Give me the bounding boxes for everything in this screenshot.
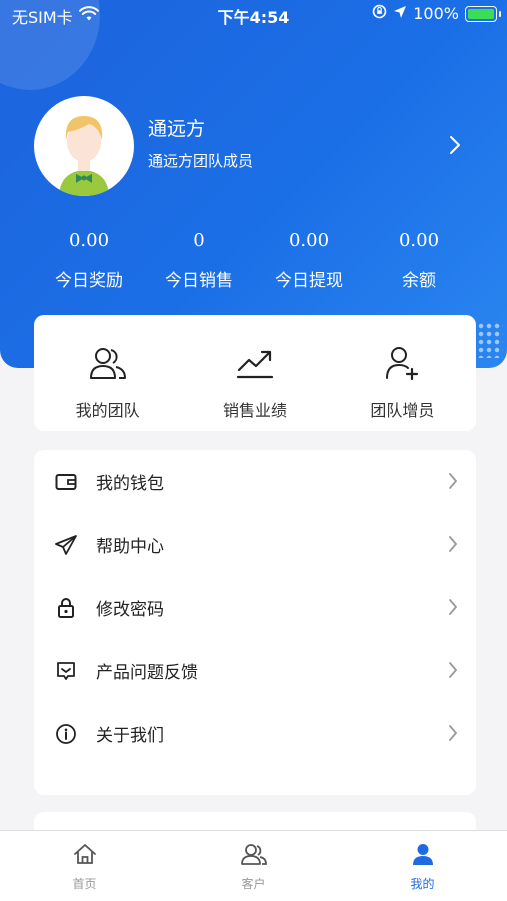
user-name: 通远方 <box>148 118 206 140</box>
paper-plane-icon <box>54 533 78 557</box>
chevron-right-icon <box>448 598 458 620</box>
tab-label: 我的 <box>410 877 435 891</box>
stat-today-reward[interactable]: 0.00 今日奖励 <box>34 230 144 291</box>
home-icon <box>73 843 97 869</box>
menu-item-about-us[interactable]: 关于我们 <box>34 702 476 765</box>
profile-icon <box>411 843 435 869</box>
quick-actions-card: 我的团队 销售业绩 团队增员 <box>34 315 476 431</box>
tab-customers[interactable]: 客户 <box>169 831 338 901</box>
chevron-right-icon[interactable] <box>448 134 462 160</box>
status-bar: 无SIM卡 下午4:54 100% <box>0 0 507 27</box>
tab-home[interactable]: 首页 <box>0 831 169 901</box>
stat-balance[interactable]: 0.00 余额 <box>364 230 474 291</box>
add-member-icon <box>382 345 422 385</box>
stat-today-sales[interactable]: 0 今日销售 <box>144 230 254 291</box>
battery-percent: 100% <box>413 4 459 23</box>
stat-value: 0 <box>193 230 205 251</box>
stat-label: 今日奖励 <box>55 271 123 291</box>
bottom-tab-bar: 首页 客户 我的 <box>0 830 507 901</box>
chevron-right-icon <box>448 472 458 494</box>
quick-action-label: 团队增员 <box>370 401 435 420</box>
user-role: 通远方团队成员 <box>148 152 254 170</box>
wallet-icon <box>54 470 78 494</box>
stats-row: 0.00 今日奖励 0 今日销售 0.00 今日提现 0.00 余额 <box>34 230 474 291</box>
menu-item-label: 我的钱包 <box>96 474 164 494</box>
stat-label: 余额 <box>402 271 436 291</box>
avatar[interactable] <box>34 96 134 196</box>
menu-item-label: 关于我们 <box>96 726 164 746</box>
menu-item-feedback[interactable]: 产品问题反馈 <box>34 639 476 702</box>
customers-icon <box>240 843 268 869</box>
quick-action-label: 销售业绩 <box>222 401 287 420</box>
menu-item-label: 帮助中心 <box>96 537 164 557</box>
tab-label: 客户 <box>241 877 266 891</box>
quick-action-label: 我的团队 <box>75 401 140 420</box>
stat-label: 今日提现 <box>275 271 343 291</box>
settings-menu-card: 我的钱包 帮助中心 修改密码 产品问题反馈 关于我们 <box>34 450 476 795</box>
chevron-right-icon <box>448 661 458 683</box>
menu-item-help-center[interactable]: 帮助中心 <box>34 513 476 576</box>
stat-value: 0.00 <box>288 230 330 251</box>
chevron-right-icon <box>448 724 458 746</box>
location-icon <box>393 4 407 23</box>
cartoon-avatar-icon <box>59 116 109 196</box>
quick-action-my-team[interactable]: 我的团队 <box>34 315 181 431</box>
stat-label: 今日销售 <box>165 271 233 291</box>
team-icon <box>88 345 128 385</box>
orientation-lock-icon <box>372 4 387 23</box>
trend-icon <box>235 345 275 385</box>
stat-today-withdrawal[interactable]: 0.00 今日提现 <box>254 230 364 291</box>
stat-value: 0.00 <box>398 230 440 251</box>
tab-label: 首页 <box>72 877 97 891</box>
feedback-icon <box>54 659 78 683</box>
tab-profile[interactable]: 我的 <box>338 831 507 901</box>
lock-icon <box>54 596 78 620</box>
stat-value: 0.00 <box>68 230 110 251</box>
quick-action-sales-performance[interactable]: 销售业绩 <box>181 315 328 431</box>
quick-action-add-member[interactable]: 团队增员 <box>329 315 476 431</box>
info-icon <box>54 722 78 746</box>
menu-item-change-password[interactable]: 修改密码 <box>34 576 476 639</box>
menu-item-wallet[interactable]: 我的钱包 <box>34 450 476 513</box>
chevron-right-icon <box>448 535 458 557</box>
menu-item-label: 修改密码 <box>96 600 164 620</box>
menu-item-label: 产品问题反馈 <box>96 663 198 683</box>
battery-icon <box>465 5 501 22</box>
